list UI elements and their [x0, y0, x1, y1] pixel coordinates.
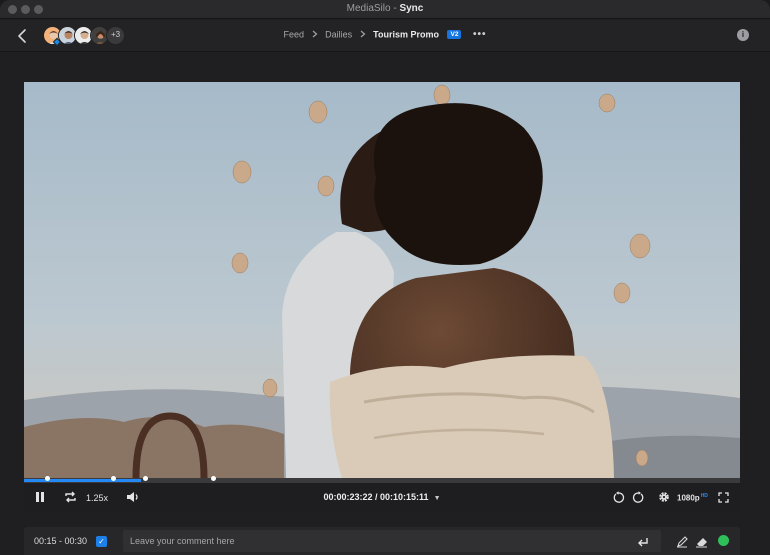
- breadcrumb: Feed Dailies Tourism Promo V2 •••: [0, 29, 770, 40]
- breadcrumb-dailies[interactable]: Dailies: [325, 30, 352, 40]
- range-marker[interactable]: [211, 476, 217, 481]
- quality-selector[interactable]: 1080pHD: [677, 493, 708, 503]
- chevron-right-icon: [312, 30, 318, 40]
- rewind-icon: [613, 491, 625, 503]
- rewind-button[interactable]: [612, 491, 625, 506]
- app-mode: Sync: [399, 3, 424, 14]
- forward-button[interactable]: [632, 491, 645, 506]
- playback-progress: [24, 479, 141, 482]
- gear-icon: [659, 492, 669, 502]
- timecode-text: 00:00:23:22 / 00:10:15:11: [323, 492, 429, 502]
- eraser-icon[interactable]: [695, 535, 708, 553]
- comment-range: 00:15 - 00:30: [34, 536, 88, 546]
- range-marker[interactable]: [111, 476, 116, 481]
- settings-button[interactable]: [658, 491, 670, 505]
- status-indicator[interactable]: [718, 535, 729, 546]
- app-name: MediaSilo: [346, 3, 391, 14]
- fullscreen-icon: [718, 492, 729, 503]
- window-title: MediaSilo - Sync: [0, 3, 770, 14]
- hd-badge: HD: [700, 493, 708, 499]
- caret-down-icon[interactable]: ▼: [434, 495, 441, 502]
- app-window: MediaSilo - Sync +3 Feed Dailies Tourism…: [0, 0, 770, 555]
- video-frame[interactable]: [24, 82, 740, 478]
- enter-icon[interactable]: [637, 535, 649, 553]
- range-marker[interactable]: [142, 476, 148, 481]
- ellipsis-icon[interactable]: •••: [473, 29, 487, 40]
- comment-bar: 00:15 - 00:30 ✓: [24, 527, 740, 555]
- video-still-image: [24, 82, 740, 478]
- nav-bar: +3 Feed Dailies Tourism Promo V2 ••• i: [0, 20, 770, 52]
- fullscreen-button[interactable]: [718, 492, 729, 505]
- chevron-right-icon: [360, 30, 366, 40]
- version-badge[interactable]: V2: [447, 30, 462, 40]
- info-icon[interactable]: i: [737, 29, 749, 41]
- title-bar: MediaSilo - Sync: [0, 0, 770, 19]
- range-checkbox[interactable]: ✓: [96, 536, 107, 547]
- breadcrumb-current-asset: Tourism Promo: [373, 29, 439, 40]
- pen-icon[interactable]: [676, 535, 688, 553]
- player-controls: 1.25x 00:00:23:22 / 00:10:15:11 ▼ 1080pHD: [24, 483, 740, 512]
- comment-input[interactable]: [123, 530, 661, 552]
- forward-icon: [632, 491, 644, 503]
- breadcrumb-feed[interactable]: Feed: [284, 30, 305, 40]
- quality-label: 1080p: [677, 493, 700, 503]
- video-player: 1.25x 00:00:23:22 / 00:10:15:11 ▼ 1080pHD: [24, 82, 740, 512]
